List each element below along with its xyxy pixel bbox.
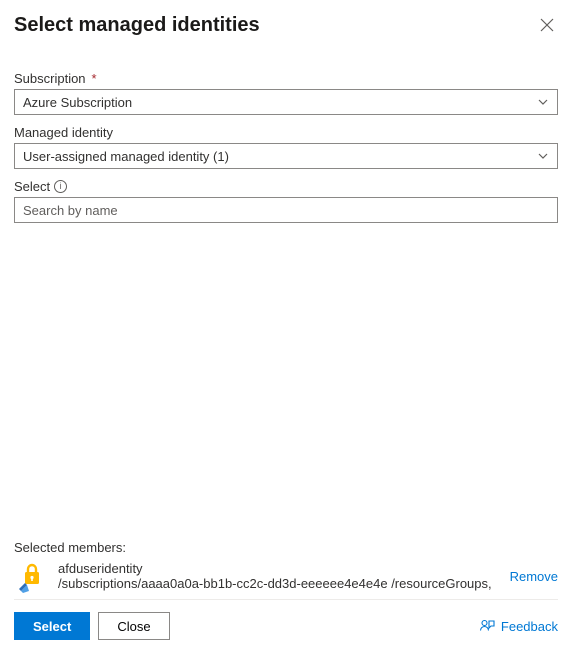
selected-member-row: afduseridentity /subscriptions/aaaa0a0a-… — [14, 557, 558, 600]
selected-members-heading: Selected members: — [14, 540, 558, 555]
chevron-down-icon — [537, 150, 549, 162]
selected-member-text: afduseridentity /subscriptions/aaaa0a0a-… — [58, 561, 496, 591]
selected-member-name: afduseridentity — [58, 561, 496, 576]
managed-identity-icon — [14, 559, 48, 593]
select-search-input[interactable] — [14, 197, 558, 223]
close-icon[interactable] — [536, 14, 558, 36]
select-search-label-text: Select — [14, 179, 50, 194]
subscription-value: Azure Subscription — [23, 95, 132, 110]
select-button[interactable]: Select — [14, 612, 90, 640]
managed-identity-select[interactable]: User-assigned managed identity (1) — [14, 143, 558, 169]
results-area — [14, 233, 558, 534]
subscription-label-text: Subscription — [14, 71, 86, 86]
remove-member-link[interactable]: Remove — [510, 569, 558, 584]
managed-identity-field: Managed identity User-assigned managed i… — [14, 125, 558, 169]
panel-header: Select managed identities — [14, 14, 558, 37]
subscription-label: Subscription * — [14, 71, 558, 86]
select-search-field: Select i — [14, 179, 558, 223]
managed-identity-label: Managed identity — [14, 125, 558, 140]
managed-identity-value: User-assigned managed identity (1) — [23, 149, 229, 164]
feedback-link[interactable]: Feedback — [479, 618, 558, 634]
close-button[interactable]: Close — [98, 612, 169, 640]
subscription-select[interactable]: Azure Subscription — [14, 89, 558, 115]
feedback-label: Feedback — [501, 619, 558, 634]
panel-title: Select managed identities — [14, 14, 260, 37]
required-indicator: * — [92, 71, 97, 86]
subscription-field: Subscription * Azure Subscription — [14, 71, 558, 115]
select-managed-identities-panel: Select managed identities Subscription * … — [0, 0, 572, 656]
selected-members-section: Selected members: afduseridentity /subsc… — [14, 540, 558, 600]
feedback-icon — [479, 618, 495, 634]
select-search-label: Select i — [14, 179, 558, 194]
chevron-down-icon — [537, 96, 549, 108]
selected-member-subtitle: /subscriptions/aaaa0a0a-bb1b-cc2c-dd3d-e… — [58, 576, 496, 591]
panel-footer: Select Close Feedback — [14, 600, 558, 656]
footer-buttons: Select Close — [14, 612, 170, 640]
info-icon[interactable]: i — [54, 180, 67, 193]
